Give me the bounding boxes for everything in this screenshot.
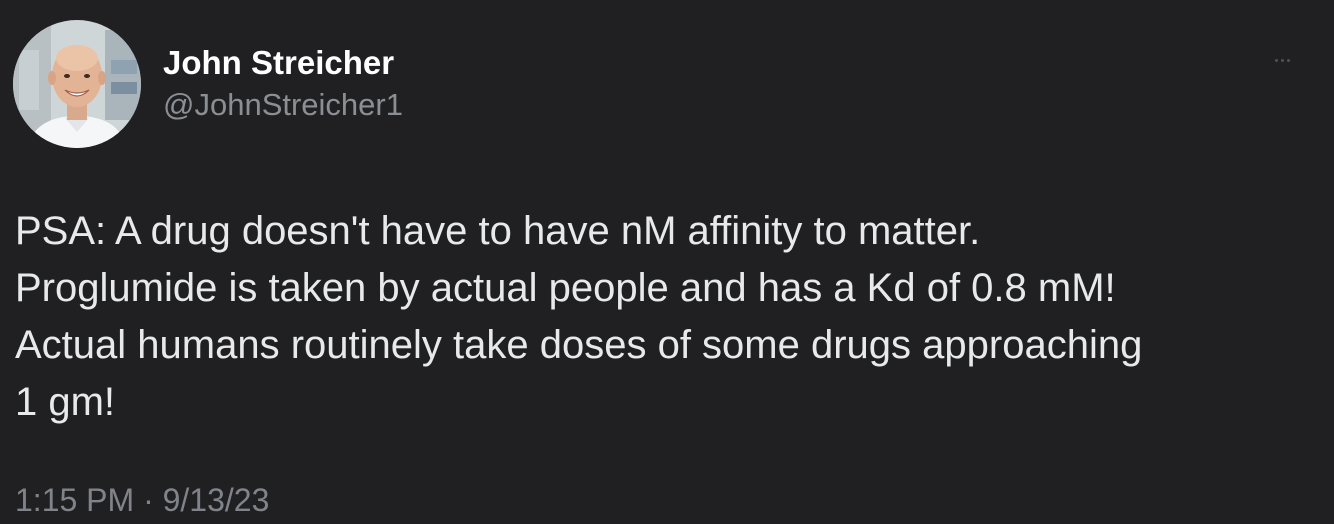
avatar-image <box>13 20 141 148</box>
tweet-time: 1:15 PM <box>15 482 135 518</box>
more-options-button[interactable] <box>1262 48 1302 72</box>
tweet-text: PSA: A drug doesn't have to have nM affi… <box>15 209 1143 424</box>
author-handle[interactable]: @JohnStreicher1 <box>163 85 403 125</box>
ellipsis-icon <box>1274 58 1278 62</box>
tweet-timestamp[interactable]: 1:15 PM · 9/13/23 <box>15 478 269 522</box>
timestamp-separator: · <box>143 482 154 518</box>
tweet-card: John Streicher @JohnStreicher1 PSA: A dr… <box>0 0 1334 524</box>
avatar[interactable] <box>13 20 141 148</box>
ellipsis-icon <box>1286 58 1290 62</box>
ellipsis-icon <box>1280 58 1284 62</box>
tweet-date: 9/13/23 <box>162 482 270 518</box>
author-display-name[interactable]: John Streicher <box>163 43 394 83</box>
